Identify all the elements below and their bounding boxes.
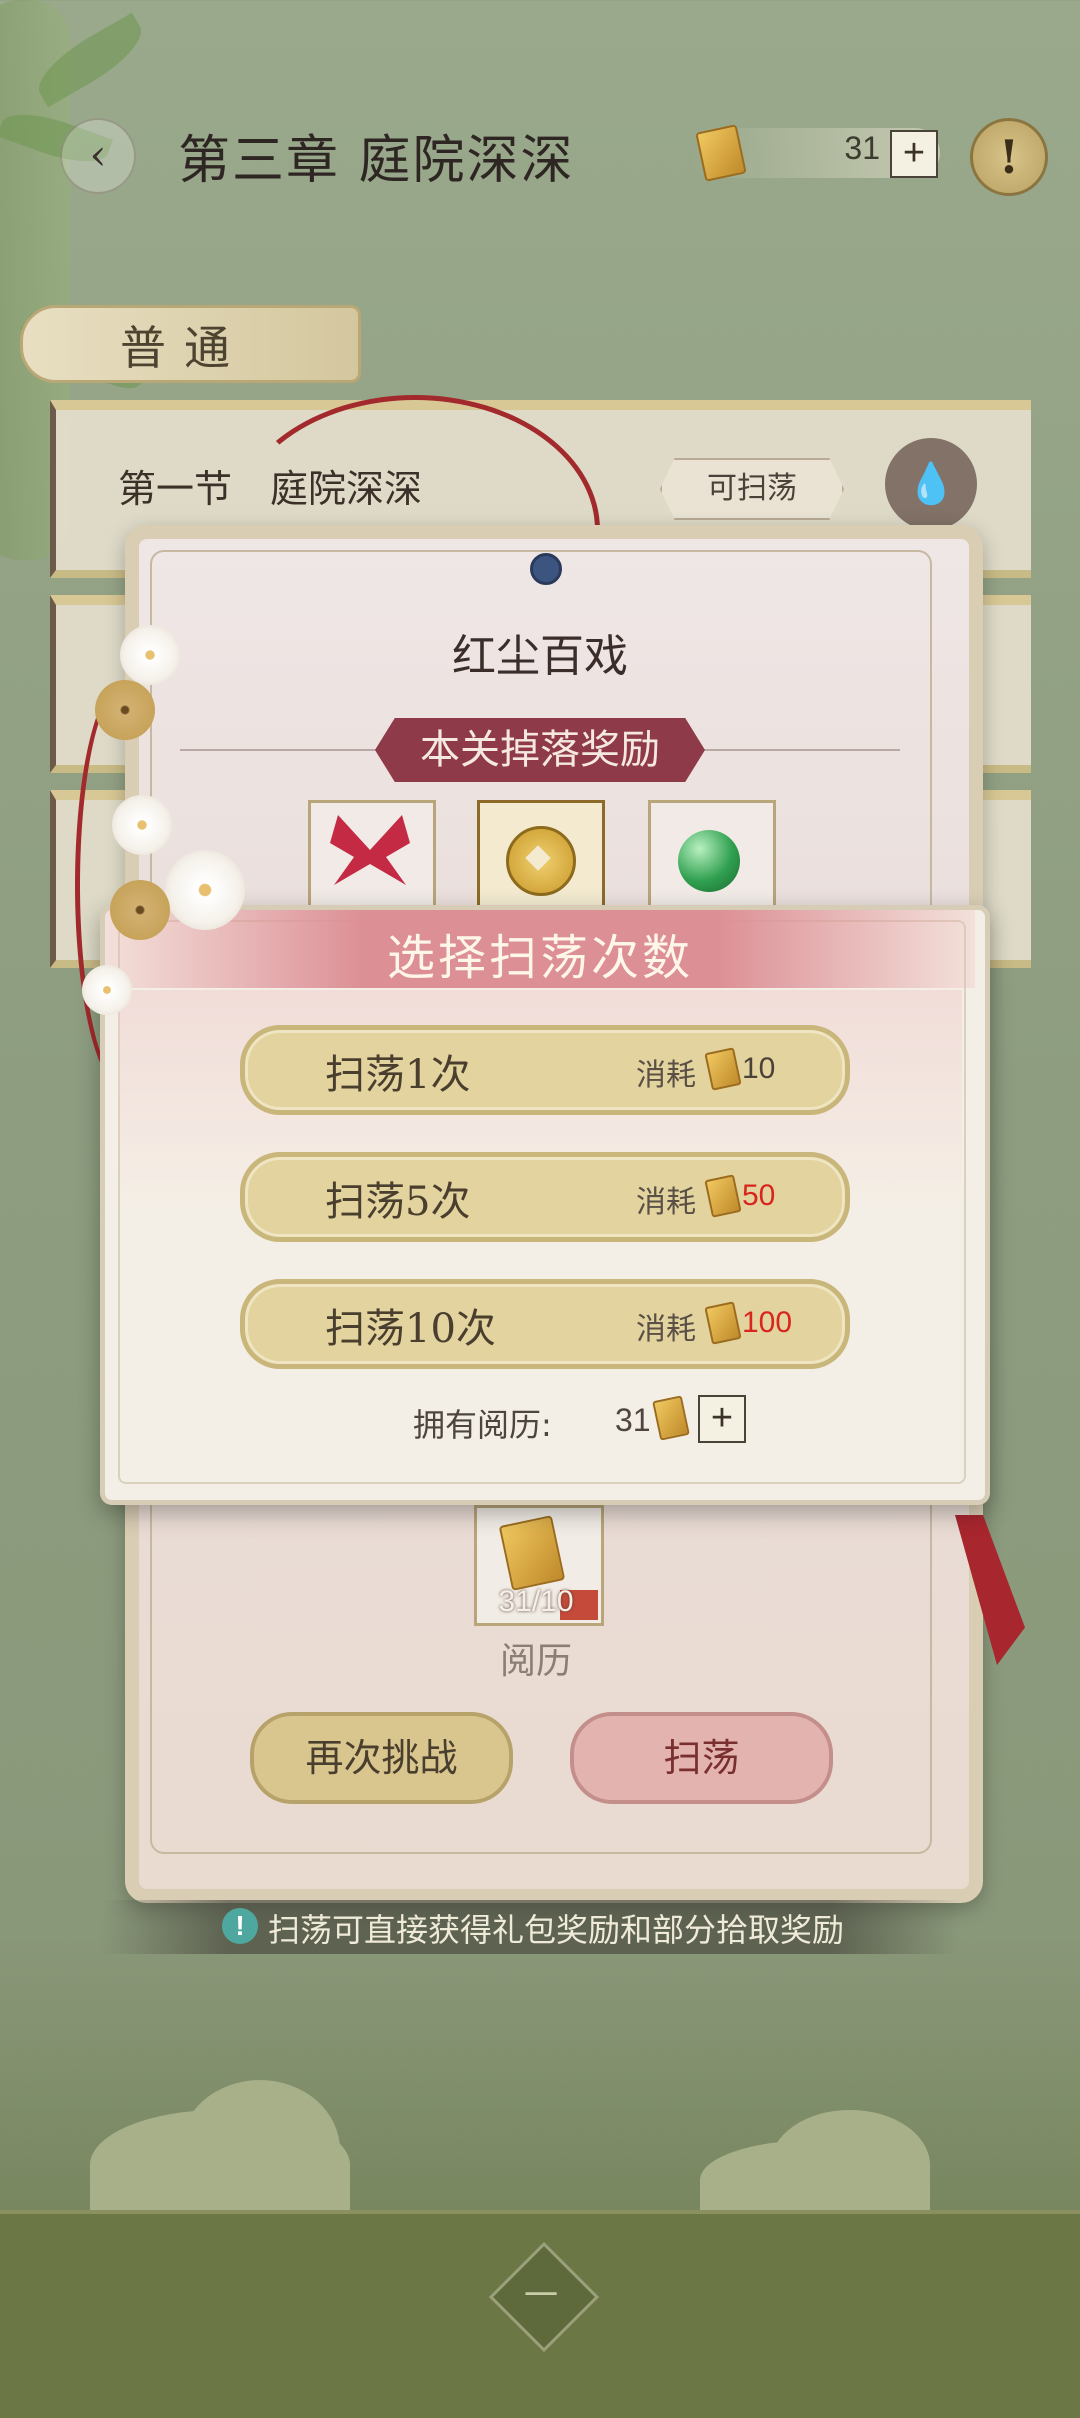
retry-button[interactable]: 再次挑战 [250, 1712, 513, 1804]
cost-label: 消耗 [636, 1185, 696, 1220]
cost-value: 10 [742, 1052, 776, 1085]
add-experience-button[interactable]: + [698, 1395, 746, 1443]
tab-normal-label: 普通 [120, 321, 248, 375]
tip-text: 扫荡可直接获得礼包奖励和部分拾取奖励 [268, 1911, 845, 1949]
cherry-blossom-decoration [82, 965, 132, 1015]
sweepable-badge: 可扫荡 [660, 458, 844, 520]
flame-icon[interactable]: 💧 [885, 438, 977, 530]
cost-value: 50 [742, 1179, 776, 1212]
sweep-1-label: 扫荡1次 [325, 1052, 471, 1098]
stage-name: 红尘百戏 [452, 631, 628, 682]
sweep-10-label: 扫荡10次 [325, 1306, 496, 1352]
chevron-left-icon: ‹ [89, 130, 107, 179]
sweep-button[interactable]: 扫荡 [570, 1712, 833, 1804]
cherry-blossom-decoration [112, 795, 172, 855]
jade-orb-icon [678, 830, 740, 892]
cherry-blossom-decoration [120, 625, 180, 685]
sweep-5-label: 扫荡5次 [325, 1179, 471, 1225]
exclamation-icon: ! [222, 1908, 258, 1944]
resource-count: 31 [844, 130, 880, 166]
page-diamond-label: 一 [524, 2276, 558, 2316]
experience-count: 31/10 [498, 1585, 574, 1618]
chapter-title: 第三章 庭院深深 [178, 131, 575, 191]
pin-icon [530, 553, 562, 585]
back-button[interactable]: ‹ [60, 118, 136, 194]
hill-decoration [180, 2080, 340, 2220]
dialog-title: 选择扫荡次数 [386, 930, 693, 986]
add-resource-button[interactable]: + [890, 130, 938, 178]
hill-decoration [770, 2110, 930, 2220]
info-button[interactable]: ! [970, 118, 1048, 196]
owned-experience-count: 31 [615, 1402, 651, 1438]
owned-experience-label: 拥有阅历: [413, 1406, 552, 1444]
cost-label: 消耗 [636, 1312, 696, 1347]
experience-label: 阅历 [499, 1641, 572, 1682]
cost-value: 100 [742, 1306, 793, 1339]
gold-blossom-decoration [110, 880, 170, 940]
pearl-ornament [165, 850, 245, 930]
cost-label: 消耗 [636, 1058, 696, 1093]
gold-blossom-decoration [95, 680, 155, 740]
reward-banner: 本关掉落奖励 [375, 718, 705, 782]
